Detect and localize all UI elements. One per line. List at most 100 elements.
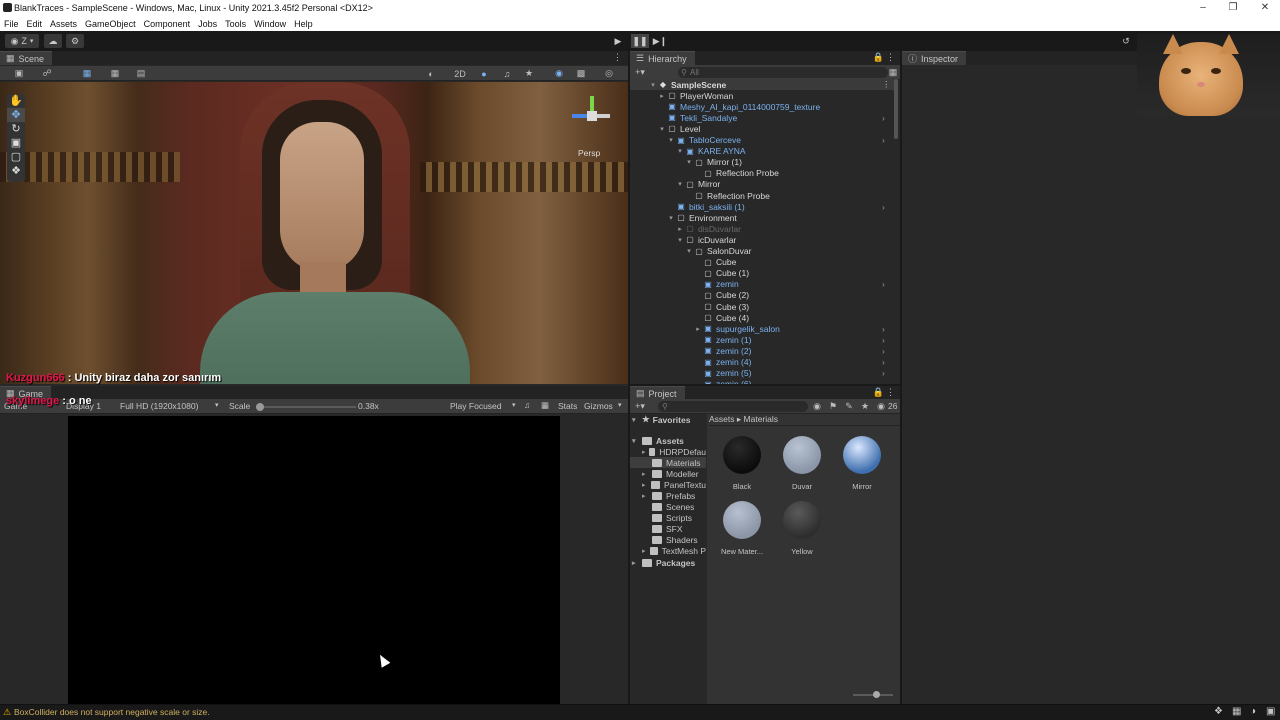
tab-hierarchy[interactable]: ☰ Hierarchy (630, 51, 695, 65)
chevron-right-icon[interactable]: ▸ (675, 225, 685, 233)
lock-icon[interactable]: 🔒 (873, 52, 884, 63)
hierarchy-row[interactable]: ▢ Cube (693, 257, 898, 268)
menu-help[interactable]: Help (294, 19, 313, 29)
cache-icon[interactable]: ▦ (1232, 706, 1241, 717)
hierarchy-row[interactable]: ▣ zemin › (693, 279, 898, 290)
menu-jobs[interactable]: Jobs (198, 19, 217, 29)
hierarchy-row[interactable]: ▣ Meshy_AI_kapi_0114000759_texture (657, 101, 898, 112)
render-mode-icon[interactable]: ◐ (424, 68, 438, 79)
minimize-icon[interactable]: – (1188, 0, 1218, 16)
search-by-type-icon[interactable]: ◉ (810, 401, 824, 412)
hierarchy-row[interactable]: ▾ ▢ Environment (666, 212, 898, 223)
gizmos-toggle[interactable]: Gizmos (584, 401, 613, 411)
hierarchy-row[interactable]: ▢ Cube (4) (693, 312, 898, 323)
step-button[interactable]: ▶❙ (652, 34, 668, 48)
more-options-icon[interactable]: ⋮ (886, 52, 895, 63)
move-tool-icon[interactable]: ✥ (7, 108, 25, 122)
play-mode-dropdown[interactable]: Play Focused (450, 401, 502, 411)
zoom-slider-handle[interactable] (872, 691, 880, 698)
menu-assets[interactable]: Assets (50, 19, 77, 29)
chevron-down-icon[interactable]: ▾ (666, 136, 676, 144)
hierarchy-row[interactable]: ▢ Reflection Probe (693, 168, 898, 179)
asset-folder-item[interactable]: Scripts (642, 512, 706, 523)
more-options-icon[interactable]: ⋮ (882, 79, 891, 90)
chevron-right-icon[interactable]: › (882, 202, 885, 212)
hierarchy-row[interactable]: ▸ ▢ PlayerWoman (657, 90, 898, 101)
hierarchy-row[interactable]: ▾ ▣ KARE AYNA (675, 146, 898, 157)
breadcrumb-assets[interactable]: Assets (709, 414, 735, 424)
asset-folder-item[interactable]: ▸ Prefabs (642, 490, 706, 501)
chevron-right-icon[interactable]: ▸ (642, 547, 650, 555)
transform-tool-icon[interactable]: ❖ (7, 164, 25, 178)
asset-folder-item[interactable]: ▸ Modeller (642, 468, 706, 479)
hierarchy-row[interactable]: ▾ ▢ Level (657, 123, 898, 134)
chevron-right-icon[interactable]: ▸ (657, 92, 667, 100)
hidden-packages-icon[interactable]: ◉ (874, 401, 888, 412)
debug-mode-icon[interactable]: ▣ (1266, 706, 1275, 717)
chevron-down-icon[interactable]: ▾ (675, 147, 685, 155)
chevron-down-icon[interactable]: ▾ (684, 158, 694, 166)
chevron-right-icon[interactable]: › (882, 357, 885, 367)
history-button[interactable]: ↺ (1118, 34, 1134, 48)
increment-snap-icon[interactable]: ▤ (134, 68, 148, 79)
menu-window[interactable]: Window (254, 19, 286, 29)
asset-folder-item[interactable]: ▸ HDRPDefau (642, 446, 706, 457)
hidden-objects-icon[interactable]: ◉ (552, 68, 566, 79)
status-warning-message[interactable]: BoxCollider does not support negative sc… (14, 707, 210, 717)
account-button[interactable]: ◉ Z ▾ (5, 34, 39, 48)
asset-folder-item[interactable]: Scenes (642, 501, 706, 512)
mute-audio-icon[interactable]: ♫ (524, 400, 530, 410)
menu-file[interactable]: File (4, 19, 19, 29)
hierarchy-row[interactable]: ▢ Cube (2) (693, 290, 898, 301)
chevron-right-icon[interactable]: › (882, 279, 885, 289)
chevron-down-icon[interactable]: ▾ (648, 81, 658, 89)
grid-icon[interactable]: ▦ (108, 68, 122, 79)
chevron-right-icon[interactable]: › (882, 368, 885, 378)
chevron-right-icon[interactable]: › (882, 135, 885, 145)
hierarchy-search-input[interactable]: ⚲ All (678, 67, 888, 78)
menu-gameobject[interactable]: GameObject (85, 19, 136, 29)
chevron-right-icon[interactable]: › (882, 346, 885, 356)
chevron-down-icon[interactable]: ▾ (675, 236, 685, 244)
hierarchy-row[interactable]: ▸ ▢ disDuvarlar (675, 223, 898, 234)
gizmos-icon[interactable]: ◎ (602, 68, 616, 79)
menu-component[interactable]: Component (144, 19, 191, 29)
menu-edit[interactable]: Edit (27, 19, 43, 29)
asset-folder-item[interactable]: ▸ TextMesh P (642, 545, 706, 556)
camera-settings-icon[interactable]: ▩ (574, 68, 588, 79)
grid-snap-icon[interactable]: ▦ (80, 68, 94, 79)
more-options-icon[interactable]: ⋮ (886, 387, 895, 398)
create-asset-button[interactable]: +▾ (633, 401, 647, 412)
play-button[interactable]: ▶ (610, 34, 626, 48)
tab-inspector[interactable]: ⓘ Inspector (902, 51, 967, 65)
effects-toggle-icon[interactable]: ★ (522, 68, 536, 79)
menu-tools[interactable]: Tools (225, 19, 246, 29)
rect-tool-icon[interactable]: ▢ (7, 150, 25, 164)
project-search-input[interactable]: ⚲ (658, 401, 808, 412)
scale-slider-track[interactable] (256, 403, 356, 411)
hierarchy-row[interactable]: ▣ bitki_saksili (1) › (666, 201, 898, 212)
scene-visibility-icon[interactable]: ▦ (886, 67, 900, 78)
hierarchy-row[interactable]: ▾ ▣ TabloCerceve › (666, 135, 898, 146)
lock-icon[interactable]: 🔒 (873, 387, 884, 398)
chevron-down-icon[interactable]: ▾ (684, 247, 694, 255)
hierarchy-row[interactable]: ▣ zemin (1) › (693, 334, 898, 345)
hierarchy-row[interactable]: ▣ Tekli_Sandalye › (657, 112, 898, 123)
chevron-down-icon[interactable]: ▾ (675, 180, 685, 188)
chevron-right-icon[interactable]: ▸ (693, 325, 703, 333)
hierarchy-row[interactable]: ▾ ▢ SalonDuvar (684, 246, 898, 257)
favorites-item[interactable]: ▾ ★ Favorites (632, 414, 690, 425)
search-by-label-icon[interactable]: ⚑ (826, 401, 840, 412)
hand-tool-icon[interactable]: ✋ (7, 94, 25, 108)
cloud-button[interactable]: ☁ (44, 34, 62, 48)
hierarchy-row[interactable]: ▾ ▢ icDuvarlar (675, 234, 898, 245)
material-asset[interactable]: Duvar (779, 436, 825, 491)
draw-mode-icon[interactable]: ☍ (40, 68, 54, 79)
tab-project[interactable]: ▤ Project (630, 386, 685, 400)
breadcrumb-materials[interactable]: Materials (744, 414, 778, 424)
hierarchy-row[interactable]: ▣ zemin (4) › (693, 357, 898, 368)
assets-item[interactable]: ▾ Assets (632, 435, 684, 446)
shading-mode-icon[interactable]: ▣ (12, 68, 26, 79)
mode-2d-toggle[interactable]: 2D (452, 68, 468, 79)
hierarchy-row[interactable]: ▢ Cube (1) (693, 268, 898, 279)
